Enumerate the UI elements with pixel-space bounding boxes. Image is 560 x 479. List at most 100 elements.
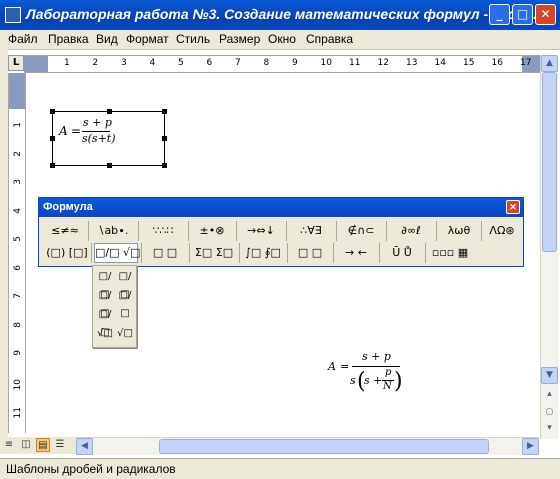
ruler-number: 8 <box>263 58 270 68</box>
vertical-scrollbar[interactable]: ▲ ▼ ▴ ○ ▾ <box>540 55 558 439</box>
vertical-scroll-thumb[interactable] <box>542 72 557 252</box>
web-view-icon[interactable]: ◫ <box>19 438 33 452</box>
misc-symbols-palette-button[interactable]: ∂∞ℓ <box>389 221 433 241</box>
horizontal-scroll-thumb[interactable] <box>159 439 489 454</box>
operators-palette-button[interactable]: ±•⊗ <box>191 221 233 241</box>
arrows-palette-button[interactable]: →⇔↓ <box>239 221 283 241</box>
fraction-template-small[interactable]: □/□ <box>115 268 135 300</box>
formula1-denominator: s(s+t) <box>82 132 116 145</box>
menu-file[interactable]: Файл <box>8 32 38 46</box>
ruler-number: 2 <box>13 150 23 157</box>
menu-style[interactable]: Стиль <box>176 32 210 46</box>
menu-format[interactable]: Формат <box>126 32 169 46</box>
title-bar: Лабораторная работа №3. Создание математ… <box>0 0 560 30</box>
ruler-number: 9 <box>13 350 23 356</box>
left-frame <box>0 49 8 454</box>
set-theory-palette-button[interactable]: ∉∩⊂ <box>339 221 383 241</box>
nth-root-template[interactable]: √□ <box>115 325 135 343</box>
fraction-template-full[interactable]: □/□ <box>95 268 115 300</box>
formula2-denominator-expr: s + <box>364 374 383 387</box>
ruler-number: 3 <box>121 58 127 68</box>
labeled-arrows-palette-button[interactable]: → ← <box>335 243 377 263</box>
ruler-number: 10 <box>13 378 23 390</box>
outline-view-icon[interactable]: ☰ <box>53 438 67 452</box>
ruler-number: 3 <box>13 179 23 185</box>
horizontal-scrollbar[interactable]: ◀ ▶ <box>76 437 539 455</box>
formula2-inner-numerator: p <box>385 367 392 378</box>
ruler-number: 11 <box>349 58 361 68</box>
fractions-radicals-palette-button[interactable]: □/□ √□ <box>94 243 140 263</box>
formula1-equals: = <box>71 124 82 138</box>
ruler-number: 9 <box>292 58 298 68</box>
formula-toolbar-close-button[interactable]: ✕ <box>506 200 520 214</box>
ruler-number: 4 <box>13 207 23 214</box>
status-bar: Шаблоны дробей и радикалов <box>0 458 560 479</box>
minimize-button[interactable]: _ <box>489 4 510 25</box>
menu-bar: Файл Правка Вид Формат Стиль Размер Окно… <box>0 30 560 50</box>
ruler-number: 14 <box>434 58 446 68</box>
overbar-palette-button[interactable]: □ □ <box>289 243 331 263</box>
subscript-palette-button[interactable]: □ □ <box>144 243 186 263</box>
app-icon[interactable] <box>5 7 21 23</box>
ruler-number: 15 <box>463 58 475 68</box>
ruler-number: 5 <box>178 58 184 68</box>
scroll-right-button[interactable]: ▶ <box>522 438 539 455</box>
ruler-number: 7 <box>235 58 241 68</box>
ruler-number: 13 <box>406 58 418 68</box>
long-division-template[interactable]: □/□ <box>95 306 115 338</box>
integral-palette-button[interactable]: ∫□ ∮□ <box>241 243 285 263</box>
matrix-palette-button[interactable]: ▫▫▫ ▦ <box>427 243 473 263</box>
fractions-radicals-palette[interactable]: □/□ □/□ □/□ □/□ □/□ √□ √□ <box>92 265 137 348</box>
scroll-down-button[interactable]: ▼ <box>541 367 558 384</box>
ruler-number: 11 <box>13 407 23 419</box>
summation-palette-button[interactable]: Σ□ Σ□ <box>191 243 237 263</box>
embellishments-palette-button[interactable]: ∵∴∷ <box>141 221 185 241</box>
slash-fraction-template-full[interactable]: □/□ <box>95 287 115 319</box>
scroll-left-button[interactable]: ◀ <box>76 438 93 455</box>
greek-lowercase-palette-button[interactable]: λωθ <box>439 221 479 241</box>
formula-object-selected[interactable]: A = s + p s(s+t) <box>50 109 167 168</box>
ruler-number: 7 <box>13 293 23 299</box>
menu-help[interactable]: Справка <box>306 32 353 46</box>
menu-edit[interactable]: Правка <box>48 32 89 46</box>
status-text: Шаблоны дробей и радикалов <box>6 462 176 476</box>
formula2-right-paren: ) <box>394 369 403 394</box>
ruler-number: 17 <box>520 58 532 68</box>
formula2-equals: = <box>340 360 350 373</box>
tab-selector[interactable]: L <box>8 55 24 71</box>
select-browse-object-button[interactable]: ○ <box>541 405 558 422</box>
prev-page-button[interactable]: ▴ <box>541 387 558 404</box>
ruler-number: 4 <box>149 58 156 68</box>
relations-palette-button[interactable]: ≤≠≈ <box>45 221 85 241</box>
formula2-denominator-s: s <box>350 374 356 387</box>
square-root-template[interactable]: √□ <box>95 325 115 343</box>
scroll-up-button[interactable]: ▲ <box>541 55 558 72</box>
menu-size[interactable]: Размер <box>219 32 260 46</box>
maximize-button[interactable]: □ <box>512 4 533 25</box>
ruler-number: 1 <box>13 122 23 128</box>
menu-view[interactable]: Вид <box>96 32 118 46</box>
greek-uppercase-palette-button[interactable]: ΛΩ⊛ <box>483 221 521 241</box>
spaces-palette-button[interactable]: ∖ab∙. <box>91 221 135 241</box>
formula-toolbar[interactable]: Формула ✕ ≤≠≈ ∖ab∙. ∵∴∷ ±•⊗ →⇔↓ ∴∀∃ ∉∩⊂ … <box>38 197 524 267</box>
ruler-number: 8 <box>13 321 23 328</box>
horizontal-ruler[interactable]: 1 2 3 4 5 6 7 8 9 10 11 12 13 14 15 16 17 <box>24 55 540 73</box>
formula1-lhs: A <box>59 124 68 138</box>
vertical-ruler[interactable]: 1 2 3 4 5 6 7 8 9 10 11 <box>8 73 26 433</box>
view-buttons: ≡ ◫ ▤ ☰ <box>0 437 76 454</box>
brackets-palette-button[interactable]: (□) [□] <box>45 243 89 263</box>
print-layout-view-icon[interactable]: ▤ <box>36 438 50 452</box>
next-page-button[interactable]: ▾ <box>541 421 558 438</box>
products-palette-button[interactable]: Ū Ů <box>381 243 423 263</box>
formula2-inner-denominator: N <box>383 381 392 392</box>
formula-toolbar-titlebar[interactable]: Формула ✕ <box>39 198 523 217</box>
formula2[interactable]: A = s + p s ( s + p N ) <box>322 348 412 402</box>
formula2-numerator: s + p <box>362 350 391 363</box>
ruler-number: 2 <box>92 58 99 68</box>
close-button[interactable]: ✕ <box>535 4 556 25</box>
menu-window[interactable]: Окно <box>268 32 296 46</box>
normal-view-icon[interactable]: ≡ <box>2 438 16 452</box>
slash-fraction-template-small[interactable]: □/□ <box>115 287 135 319</box>
logic-palette-button[interactable]: ∴∀∃ <box>289 221 333 241</box>
formula1-numerator: s + p <box>83 116 112 129</box>
